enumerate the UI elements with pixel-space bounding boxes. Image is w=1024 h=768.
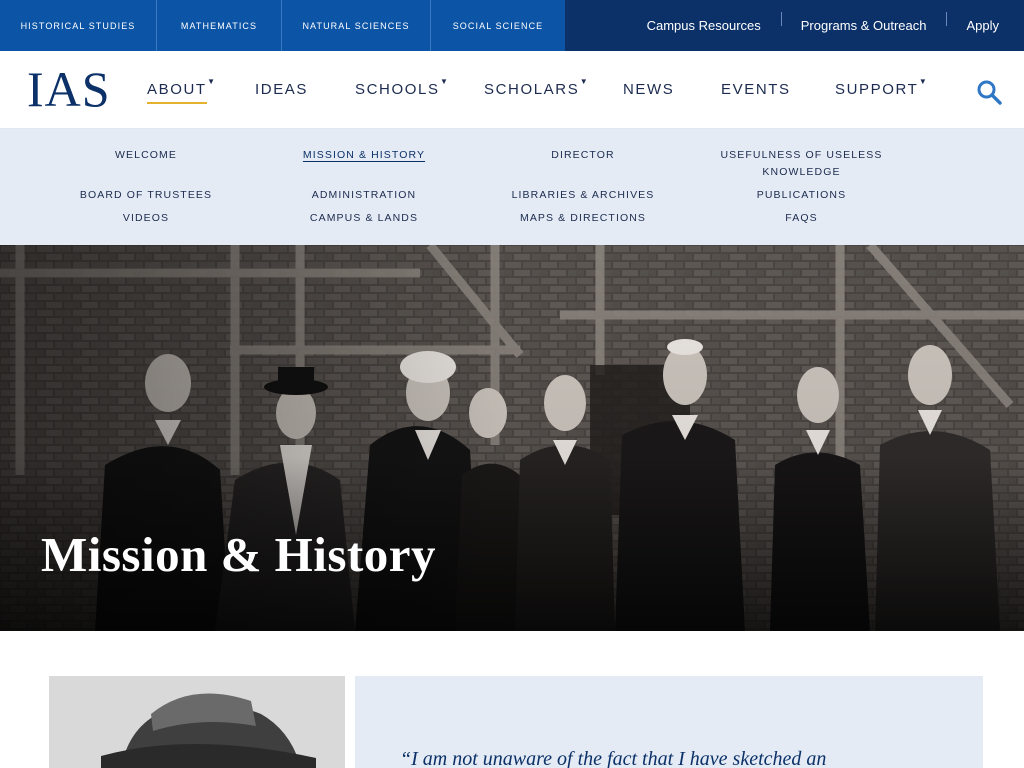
nav-support[interactable]: Support ▼ xyxy=(835,77,927,98)
submenu-videos[interactable]: Videos xyxy=(76,210,216,227)
school-link-mathematics[interactable]: Mathematics xyxy=(157,0,282,51)
submenu-usefulness-line-2: Knowledge xyxy=(762,166,841,178)
submenu-publications[interactable]: Publications xyxy=(730,187,873,204)
nav-news[interactable]: News xyxy=(623,81,674,98)
submenu-faqs[interactable]: FAQs xyxy=(730,210,873,227)
school-link-social-science[interactable]: Social Science xyxy=(431,0,565,51)
school-link-natural-sciences[interactable]: Natural Sciences xyxy=(282,0,431,51)
about-submenu: Welcome Mission & History Director Usefu… xyxy=(0,129,1024,245)
submenu-director[interactable]: Director xyxy=(513,147,653,164)
utility-links: Campus Resources Programs & Outreach App… xyxy=(627,0,1024,51)
school-link-historical-studies[interactable]: Historical Studies xyxy=(0,0,157,51)
chevron-down-icon: ▼ xyxy=(579,77,590,86)
nav-about-label: About xyxy=(147,81,207,98)
campus-resources-link[interactable]: Campus Resources xyxy=(627,18,781,33)
submenu-maps-directions[interactable]: Maps & Directions xyxy=(493,210,673,227)
nav-about[interactable]: About ▼ xyxy=(147,77,215,104)
submenu-board-of-trustees[interactable]: Board of Trustees xyxy=(60,187,232,204)
founder-quote: “I am not unaware of the fact that I hav… xyxy=(400,748,827,768)
nav-support-label: Support xyxy=(835,81,919,98)
submenu-usefulness-line-1: Usefulness of Useless xyxy=(720,149,883,161)
main-navigation: IAS About ▼ Ideas Schools ▼ Scholars ▼ N… xyxy=(0,51,1024,129)
page-title: Mission & History xyxy=(41,527,437,582)
submenu-mission-history[interactable]: Mission & History xyxy=(284,147,444,164)
chevron-down-icon: ▼ xyxy=(918,77,929,86)
school-links: Historical Studies Mathematics Natural S… xyxy=(0,0,565,51)
programs-outreach-link[interactable]: Programs & Outreach xyxy=(780,12,947,33)
apply-link[interactable]: Apply xyxy=(946,12,1024,33)
nav-ideas-label: Ideas xyxy=(255,81,309,98)
top-utility-bar: Historical Studies Mathematics Natural S… xyxy=(0,0,1024,51)
chevron-down-icon: ▼ xyxy=(207,77,217,86)
nav-news-label: News xyxy=(623,81,675,98)
nav-events-label: Events xyxy=(721,81,791,98)
search-icon[interactable] xyxy=(976,79,1002,105)
submenu-usefulness-of-useless-knowledge[interactable]: Usefulness of Useless Knowledge xyxy=(710,147,893,181)
chevron-down-icon: ▼ xyxy=(440,77,450,86)
nav-scholars[interactable]: Scholars ▼ xyxy=(484,77,588,98)
submenu-campus-lands[interactable]: Campus & Lands xyxy=(284,210,444,227)
nav-schools[interactable]: Schools ▼ xyxy=(355,77,448,98)
nav-scholars-label: Scholars xyxy=(484,81,580,98)
founder-portrait-image xyxy=(41,676,345,768)
submenu-administration[interactable]: Administration xyxy=(284,187,444,204)
hero-banner: Mission & History xyxy=(0,245,1024,631)
nav-ideas[interactable]: Ideas xyxy=(255,81,308,98)
quote-box: “I am not unaware of the fact that I hav… xyxy=(355,676,983,768)
ias-logo[interactable]: IAS xyxy=(27,64,111,114)
submenu-libraries-archives[interactable]: Libraries & Archives xyxy=(493,187,673,204)
nav-events[interactable]: Events xyxy=(721,81,791,98)
nav-schools-label: Schools xyxy=(355,81,440,98)
submenu-welcome[interactable]: Welcome xyxy=(76,147,216,164)
